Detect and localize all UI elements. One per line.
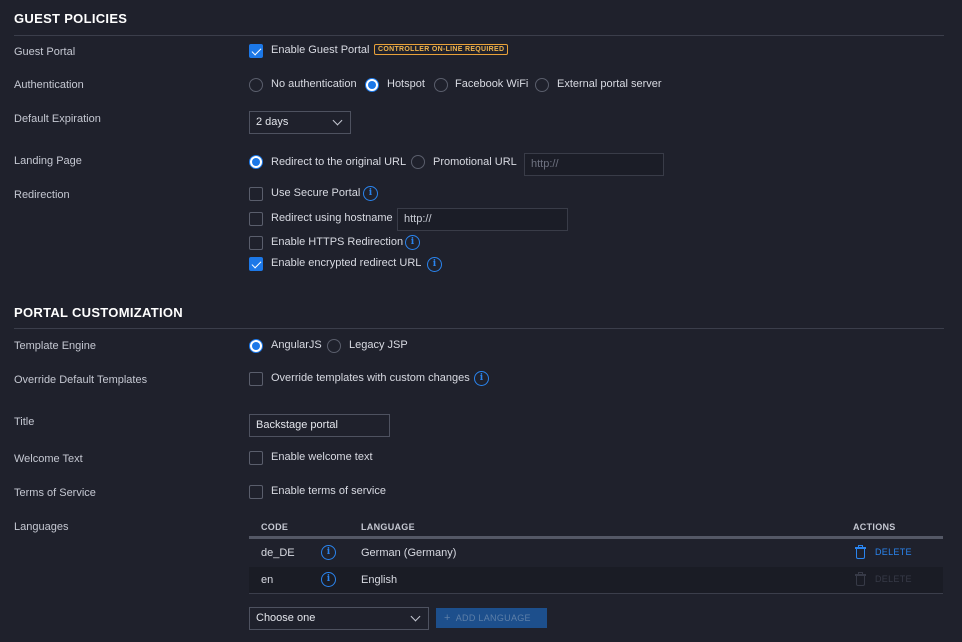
facebook-wifi-label: Facebook WiFi: [455, 78, 529, 90]
no-authentication-label: No authentication: [271, 78, 357, 90]
section-divider: [14, 35, 944, 36]
encrypted-redirect-label: Enable encrypted redirect URL: [271, 257, 422, 269]
table-row: de_DE i German (Germany) DELETE: [249, 540, 943, 566]
angularjs-label: AngularJS: [271, 339, 322, 351]
section-title-guest-policies: GUEST POLICIES: [14, 11, 128, 26]
promotional-url-label: Promotional URL: [433, 156, 517, 168]
landing-page-label: Landing Page: [14, 155, 82, 167]
encrypted-redirect-checkbox[interactable]: [249, 257, 263, 271]
use-secure-portal-checkbox[interactable]: [249, 187, 263, 201]
title-label: Title: [14, 416, 35, 428]
column-header-code: CODE: [261, 522, 289, 532]
table-divider: [249, 593, 943, 594]
language-name: English: [361, 574, 398, 586]
terms-label: Terms of Service: [14, 487, 96, 499]
column-header-language: LANGUAGE: [361, 522, 415, 532]
hostname-input[interactable]: http://: [397, 208, 568, 231]
table-row: en i English DELETE: [249, 567, 943, 593]
chevron-down-icon: [410, 611, 421, 622]
radio-hotspot[interactable]: [365, 78, 379, 92]
use-secure-portal-label: Use Secure Portal: [271, 187, 361, 199]
radio-redirect-original[interactable]: [249, 155, 263, 169]
override-templates-label: Override Default Templates: [14, 374, 148, 386]
radio-no-authentication[interactable]: [249, 78, 263, 92]
welcome-text-label: Welcome Text: [14, 453, 83, 465]
radio-external-portal[interactable]: [535, 78, 549, 92]
language-code: en: [261, 574, 274, 586]
trash-icon: [855, 572, 866, 586]
radio-facebook-wifi[interactable]: [434, 78, 448, 92]
guest-portal-label: Guest Portal: [14, 46, 76, 58]
section-title-portal-customization: PORTAL CUSTOMIZATION: [14, 305, 183, 320]
welcome-text-checkbox[interactable]: [249, 451, 263, 465]
redirection-label: Redirection: [14, 189, 70, 201]
add-language-button[interactable]: + ADD LANGUAGE: [436, 608, 547, 628]
terms-checkbox[interactable]: [249, 485, 263, 499]
plus-icon: +: [444, 612, 451, 624]
default-expiration-label: Default Expiration: [14, 113, 101, 125]
choose-language-value: Choose one: [256, 612, 316, 624]
controller-online-badge: CONTROLLER ON-LINE REQUIRED: [374, 44, 509, 55]
language-code: de_DE: [261, 547, 295, 559]
info-icon[interactable]: i: [321, 572, 336, 587]
legacy-jsp-label: Legacy JSP: [349, 339, 408, 351]
column-header-actions: ACTIONS: [853, 522, 896, 532]
terms-checkbox-label: Enable terms of service: [271, 485, 386, 497]
info-icon[interactable]: i: [405, 235, 420, 250]
enable-guest-portal-checkbox[interactable]: [249, 44, 263, 58]
redirect-hostname-label: Redirect using hostname: [271, 212, 393, 224]
promotional-url-input[interactable]: http://: [524, 153, 664, 176]
https-redirection-label: Enable HTTPS Redirection: [271, 236, 404, 248]
welcome-text-checkbox-label: Enable welcome text: [271, 451, 373, 463]
languages-label: Languages: [14, 521, 69, 533]
authentication-label: Authentication: [14, 79, 84, 91]
info-icon[interactable]: i: [321, 545, 336, 560]
radio-legacy-jsp[interactable]: [327, 339, 341, 353]
delete-label: DELETE: [875, 547, 912, 557]
table-header-divider: [249, 536, 943, 539]
https-redirection-checkbox[interactable]: [249, 236, 263, 250]
chevron-down-icon: [332, 115, 343, 126]
delete-label: DELETE: [875, 574, 912, 584]
enable-guest-portal-label: Enable Guest Portal: [271, 44, 370, 56]
default-expiration-select[interactable]: 2 days: [249, 111, 351, 134]
default-expiration-value: 2 days: [256, 116, 289, 128]
redirect-hostname-checkbox[interactable]: [249, 212, 263, 226]
external-portal-label: External portal server: [557, 78, 662, 90]
hotspot-label: Hotspot: [387, 78, 425, 90]
choose-language-select[interactable]: Choose one: [249, 607, 429, 630]
redirect-original-label: Redirect to the original URL: [271, 156, 407, 168]
section-divider: [14, 328, 944, 329]
title-input[interactable]: Backstage portal: [249, 414, 390, 437]
template-engine-label: Template Engine: [14, 340, 96, 352]
override-templates-checkbox-label: Override templates with custom changes: [271, 372, 470, 384]
trash-icon: [855, 545, 866, 559]
info-icon[interactable]: i: [427, 257, 442, 272]
info-icon[interactable]: i: [474, 371, 489, 386]
add-language-label: ADD LANGUAGE: [455, 613, 531, 623]
override-templates-checkbox[interactable]: [249, 372, 263, 386]
radio-promotional-url[interactable]: [411, 155, 425, 169]
language-name: German (Germany): [361, 547, 457, 559]
radio-angularjs[interactable]: [249, 339, 263, 353]
info-icon[interactable]: i: [363, 186, 378, 201]
